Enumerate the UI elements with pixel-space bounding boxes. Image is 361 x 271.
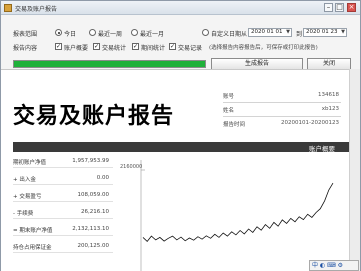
stat-value: 200,125.00 bbox=[77, 243, 110, 249]
ime-toolbar[interactable]: 中 ◐ ⌨ ⚙ bbox=[309, 260, 359, 271]
stat-value: 108,059.00 bbox=[77, 192, 110, 198]
stat-value: 26,216.10 bbox=[81, 209, 109, 215]
equity-line bbox=[142, 182, 334, 242]
content-label: 报告内容 bbox=[13, 45, 38, 52]
date-from-label: 从 bbox=[241, 31, 248, 38]
date-to-field[interactable]: 2020 01 23 ▼ bbox=[303, 28, 347, 37]
account-stats-table: 期初账户净值 1,957,953.99 + 出入金 0.00 + 交易盈亏 10… bbox=[13, 154, 113, 271]
equity-chart: 2160000 bbox=[120, 160, 334, 271]
date-from-field[interactable]: 2020 01 01 ▼ bbox=[248, 28, 292, 37]
info-key: 姓名 bbox=[223, 108, 235, 114]
divider bbox=[223, 116, 341, 117]
close-window-button[interactable]: × bbox=[347, 3, 356, 12]
radio-today[interactable] bbox=[55, 29, 62, 36]
stat-row: 持仓占用保证金 200,125.00 bbox=[13, 239, 113, 253]
chevron-down-icon[interactable]: ▼ bbox=[341, 29, 345, 36]
checkbox-trade-stats-label[interactable]: 交易统计 bbox=[102, 43, 126, 52]
info-row-name: 姓名 xb123 bbox=[223, 105, 343, 115]
info-row-account: 账号 134618 bbox=[223, 91, 343, 101]
report-view[interactable]: 交易及账户报告 账号 134618 姓名 xb123 报告时间 20200101… bbox=[1, 69, 349, 271]
stat-row: 期初账户净值 1,957,953.99 bbox=[13, 154, 113, 168]
section-title: 账户概要 bbox=[309, 145, 335, 153]
radio-last-week[interactable] bbox=[89, 29, 96, 36]
radio-last-month-label[interactable]: 最近一月 bbox=[140, 29, 164, 38]
period-label: 报表范围 bbox=[13, 31, 38, 38]
info-key: 报告时间 bbox=[223, 122, 246, 128]
report-window: 交易及账户报告 – □ × 报表范围 今日 最近一周 最近一月 自定义日期 从 … bbox=[0, 0, 361, 271]
checkbox-account-summary-label[interactable]: 账户概要 bbox=[64, 43, 88, 52]
report-note: (选择报告内容报告后，可保存或打印此报告) bbox=[209, 45, 318, 51]
report-options-panel: 报表范围 今日 最近一周 最近一月 自定义日期 从 2020 01 01 ▼ 到… bbox=[1, 16, 360, 70]
checkbox-account-summary[interactable]: ✓ bbox=[55, 43, 62, 50]
maximize-button[interactable]: □ bbox=[335, 3, 344, 12]
progress-bar bbox=[13, 60, 206, 68]
chevron-down-icon[interactable]: ▼ bbox=[286, 29, 290, 36]
radio-custom-range-label[interactable]: 自定义日期 bbox=[211, 29, 241, 38]
info-value: xb123 bbox=[321, 106, 339, 112]
radio-today-label[interactable]: 今日 bbox=[64, 29, 76, 38]
section-header-account-summary: 账户概要 bbox=[13, 142, 349, 153]
progress-fill bbox=[14, 61, 205, 67]
stat-value: 1,957,953.99 bbox=[72, 158, 109, 164]
stat-value: 2,132,113.10 bbox=[72, 226, 109, 232]
date-from-value: 2020 01 01 bbox=[251, 29, 283, 35]
info-value: 20200101-20200123 bbox=[281, 120, 339, 126]
radio-last-month[interactable] bbox=[131, 29, 138, 36]
checkbox-trade-records[interactable]: ✓ bbox=[169, 43, 176, 50]
info-key: 账号 bbox=[223, 94, 235, 100]
date-to-value: 2020 01 23 bbox=[306, 29, 338, 35]
stat-row: - 手续费 26,216.10 bbox=[13, 205, 113, 219]
stat-value: 0.00 bbox=[96, 175, 109, 181]
app-icon bbox=[4, 4, 12, 12]
checkbox-period-stats[interactable]: ✓ bbox=[132, 43, 139, 50]
info-value: 134618 bbox=[318, 92, 339, 98]
stat-row: + 交易盈亏 108,059.00 bbox=[13, 188, 113, 202]
radio-last-week-label[interactable]: 最近一周 bbox=[98, 29, 122, 38]
checkbox-trade-records-label[interactable]: 交易记录 bbox=[178, 43, 202, 52]
stat-label: - 手续费 bbox=[13, 211, 34, 217]
window-title: 交易及账户报告 bbox=[15, 6, 58, 13]
y-tick-label: 2160000 bbox=[120, 164, 142, 170]
vertical-scrollbar[interactable] bbox=[349, 69, 360, 271]
stat-label: + 交易盈亏 bbox=[13, 194, 42, 200]
report-title: 交易及账户报告 bbox=[13, 104, 175, 129]
stat-label: = 期末账户净值 bbox=[13, 228, 53, 234]
checkbox-period-stats-label[interactable]: 期间统计 bbox=[141, 43, 165, 52]
radio-custom-range[interactable] bbox=[202, 29, 209, 36]
stat-label: 期初账户净值 bbox=[13, 160, 47, 166]
stat-label: + 出入金 bbox=[13, 177, 36, 183]
title-bar[interactable]: 交易及账户报告 – □ × bbox=[1, 1, 360, 15]
info-row-report-time: 报告时间 20200101-20200123 bbox=[223, 119, 343, 129]
checkbox-trade-stats[interactable]: ✓ bbox=[93, 43, 100, 50]
stat-row: = 期末账户净值 2,132,113.10 bbox=[13, 222, 113, 236]
stat-label: 持仓占用保证金 bbox=[13, 245, 52, 251]
date-to-label: 到 bbox=[296, 31, 303, 38]
minimize-button[interactable]: – bbox=[324, 3, 333, 12]
divider bbox=[223, 102, 341, 103]
stat-row: + 出入金 0.00 bbox=[13, 171, 113, 185]
